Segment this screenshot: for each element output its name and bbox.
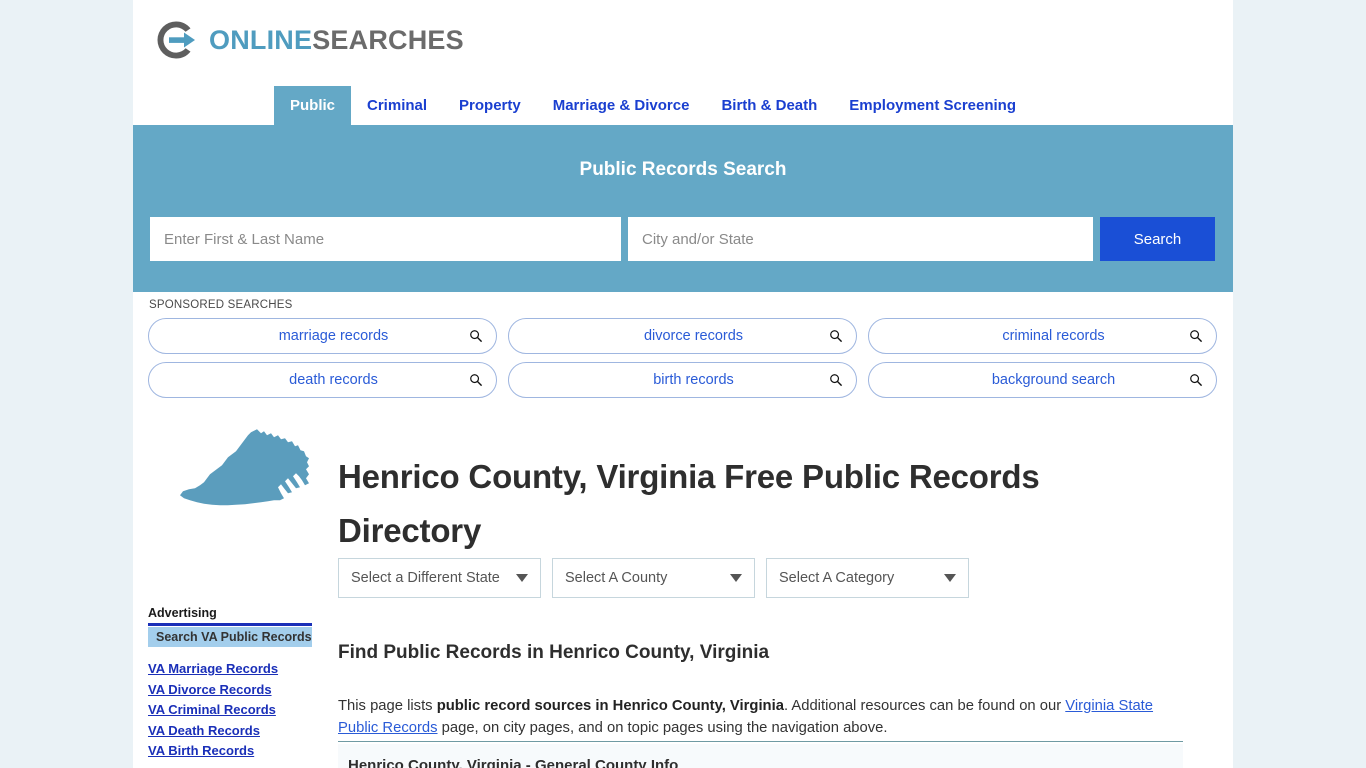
advertising-divider [148,623,312,626]
state-select[interactable]: Select a Different State [338,558,541,598]
general-county-info-title: Henrico County, Virginia - General Count… [348,757,679,768]
sponsored-pill-label: background search [991,372,1116,388]
tab-marriage-divorce[interactable]: Marriage & Divorce [537,86,706,125]
sponsored-pill-label: divorce records [643,328,744,344]
sidebar-link-va-divorce-records[interactable]: VA Divorce Records [148,680,312,701]
virginia-state-outline-icon [178,425,313,510]
category-select-value: Select A Category [779,570,895,586]
search-icon [1189,329,1203,343]
search-icon [469,329,483,343]
search-form: Search [150,217,1215,261]
tab-birth-death[interactable]: Birth & Death [705,86,833,125]
paragraph-middle: . Additional resources can be found on o… [783,697,1066,714]
tab-employment-screening[interactable]: Employment Screening [833,86,1032,125]
filter-select-row: Select a Different State Select A County… [338,558,969,598]
chevron-down-icon [730,574,742,582]
sponsored-searches-label: SPONSORED SEARCHES [149,299,293,311]
general-county-info-header: Henrico County, Virginia - General Count… [338,744,1183,768]
search-va-public-records-box[interactable]: Search VA Public Records [148,627,312,647]
search-icon [829,329,843,343]
sponsored-pill-background-search[interactable]: background search [868,362,1217,398]
sponsored-pill-criminal-records[interactable]: criminal records [868,318,1217,354]
chevron-down-icon [944,574,956,582]
sidebar-advertising: Advertising Search VA Public Records VA … [148,606,312,762]
location-search-input[interactable] [628,217,1093,261]
state-select-value: Select a Different State [351,570,500,586]
sponsored-pill-label: death records [289,372,378,388]
sponsored-pill-marriage-records[interactable]: marriage records [148,318,497,354]
sidebar-link-va-marriage-records[interactable]: VA Marriage Records [148,659,312,680]
sidebar-link-va-birth-records[interactable]: VA Birth Records [148,741,312,762]
sponsored-pill-divorce-records[interactable]: divorce records [508,318,857,354]
sponsored-pill-label: birth records [653,372,734,388]
sidebar-link-va-criminal-records[interactable]: VA Criminal Records [148,700,312,721]
section-heading: Find Public Records in Henrico County, V… [338,641,770,663]
county-select-value: Select A County [565,570,668,586]
page-root: ONLINESEARCHES Public Criminal Property … [0,0,1366,768]
site-logo-text: ONLINESEARCHES [209,25,464,56]
sponsored-pill-label: marriage records [278,328,389,344]
public-records-search-hero: Public Records Search Search [133,125,1233,292]
page-title: Henrico County, Virginia Free Public Rec… [338,458,1040,549]
content-container: ONLINESEARCHES Public Criminal Property … [133,0,1233,768]
sponsored-pill-death-records[interactable]: death records [148,362,497,398]
tab-criminal[interactable]: Criminal [351,86,443,125]
advertising-label: Advertising [148,606,217,620]
logo-text-searches: SEARCHES [312,24,464,55]
circle-arrow-logo-icon [153,17,199,63]
sidebar-link-va-death-records[interactable]: VA Death Records [148,721,312,742]
name-search-input[interactable] [150,217,621,261]
category-select[interactable]: Select A Category [766,558,969,598]
section-divider [338,741,1183,742]
paragraph-lead: This page lists [338,697,437,714]
sponsored-pill-label: criminal records [1002,328,1105,344]
hero-title: Public Records Search [579,159,787,180]
site-logo[interactable]: ONLINESEARCHES [153,17,464,63]
intro-paragraph: This page lists public record sources in… [338,695,1183,740]
county-select[interactable]: Select A County [552,558,755,598]
sidebar-link-list: VA Marriage Records VA Divorce Records V… [148,659,312,762]
main-navigation: Public Criminal Property Marriage & Divo… [274,86,1032,125]
paragraph-tail: page, on city pages, and on topic pages … [437,720,888,737]
paragraph-bold: public record sources in Henrico County,… [436,697,784,714]
tab-public[interactable]: Public [274,86,352,125]
search-icon [469,373,483,387]
logo-text-online: ONLINE [209,24,313,55]
sponsored-pill-grid: marriage records divorce records crimina… [148,318,1218,398]
sponsored-pill-birth-records[interactable]: birth records [508,362,857,398]
search-button[interactable]: Search [1100,217,1215,261]
chevron-down-icon [516,574,528,582]
tab-property[interactable]: Property [443,86,537,125]
search-icon [1189,373,1203,387]
search-icon [829,373,843,387]
